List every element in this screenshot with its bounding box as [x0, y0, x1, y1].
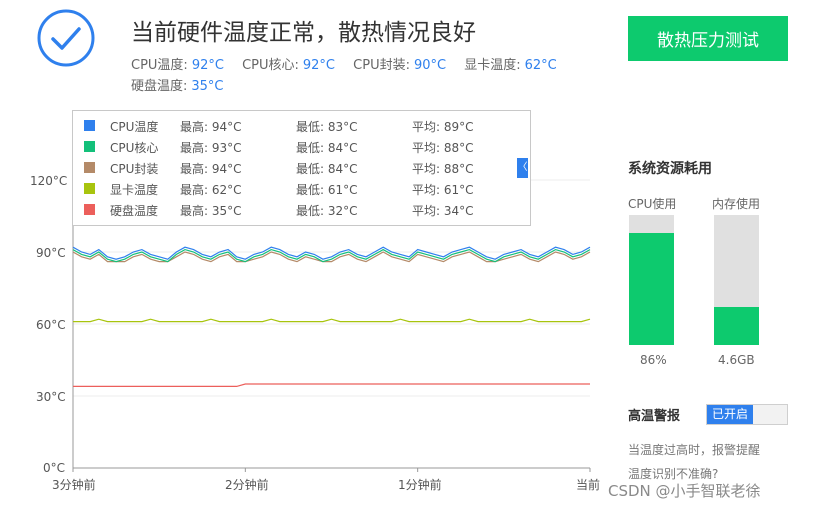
legend-series-name: 显卡温度 — [110, 183, 159, 197]
cpu-usage-fill — [629, 233, 674, 345]
legend-swatch — [84, 204, 95, 215]
legend-row: 硬盘温度 最高: 35°C 最低: 32°C 平均: 34°C — [73, 200, 530, 221]
series-line — [73, 318, 591, 323]
memory-usage-label: 内存使用 — [712, 197, 761, 211]
legend-min: 最低: 84°C — [296, 141, 358, 155]
legend-min: 最低: 61°C — [296, 183, 358, 197]
cpu-usage-bar — [629, 215, 674, 345]
legend-swatch — [84, 183, 95, 194]
alarm-toggle[interactable]: 已开启 — [706, 404, 788, 425]
legend-collapse-button[interactable]: 〈 — [517, 158, 528, 178]
legend-avg: 平均: 34°C — [412, 204, 474, 218]
watermark: CSDN @小手智联老徐 — [608, 482, 761, 500]
legend-min: 最低: 84°C — [296, 162, 358, 176]
alarm-hint: 当温度过高时，报警提醒 — [628, 443, 761, 457]
legend-series-name: CPU封装 — [110, 162, 159, 176]
legend-swatch — [84, 162, 95, 173]
high-temp-alarm-title: 高温警报 — [628, 409, 681, 424]
chart-legend: CPU温度 最高: 94°C 最低: 83°C 平均: 89°C CPU核心 最… — [72, 110, 531, 226]
legend-avg: 平均: 88°C — [412, 141, 474, 155]
memory-usage-fill — [714, 307, 759, 345]
alarm-toggle-label: 已开启 — [707, 405, 753, 424]
series-line — [73, 383, 590, 387]
legend-series-name: CPU温度 — [110, 120, 159, 134]
legend-min: 最低: 32°C — [296, 204, 358, 218]
legend-swatch — [84, 120, 95, 131]
memory-usage-bar — [714, 215, 759, 345]
legend-avg: 平均: 89°C — [412, 120, 474, 134]
legend-series-name: 硬盘温度 — [110, 204, 159, 218]
legend-max: 最高: 35°C — [180, 204, 242, 218]
legend-row: CPU封装 最高: 94°C 最低: 84°C 平均: 88°C — [73, 158, 530, 179]
legend-max: 最高: 93°C — [180, 141, 242, 155]
legend-row: 显卡温度 最高: 62°C 最低: 61°C 平均: 61°C — [73, 179, 530, 200]
temperature-chart — [72, 179, 591, 472]
legend-swatch — [84, 141, 95, 152]
legend-avg: 平均: 61°C — [412, 183, 474, 197]
cpu-usage-label: CPU使用 — [628, 197, 677, 211]
legend-row: CPU温度 最高: 94°C 最低: 83°C 平均: 89°C — [73, 116, 530, 137]
cpu-usage-value: 86% — [640, 353, 667, 367]
legend-max: 最高: 94°C — [180, 120, 242, 134]
legend-series-name: CPU核心 — [110, 141, 159, 155]
legend-max: 最高: 62°C — [180, 183, 242, 197]
resource-usage-title: 系统资源耗用 — [628, 161, 712, 177]
legend-row: CPU核心 最高: 93°C 最低: 84°C 平均: 88°C — [73, 137, 530, 158]
legend-avg: 平均: 88°C — [412, 162, 474, 176]
legend-min: 最低: 83°C — [296, 120, 358, 134]
memory-usage-value: 4.6GB — [718, 353, 755, 367]
legend-max: 最高: 94°C — [180, 162, 242, 176]
